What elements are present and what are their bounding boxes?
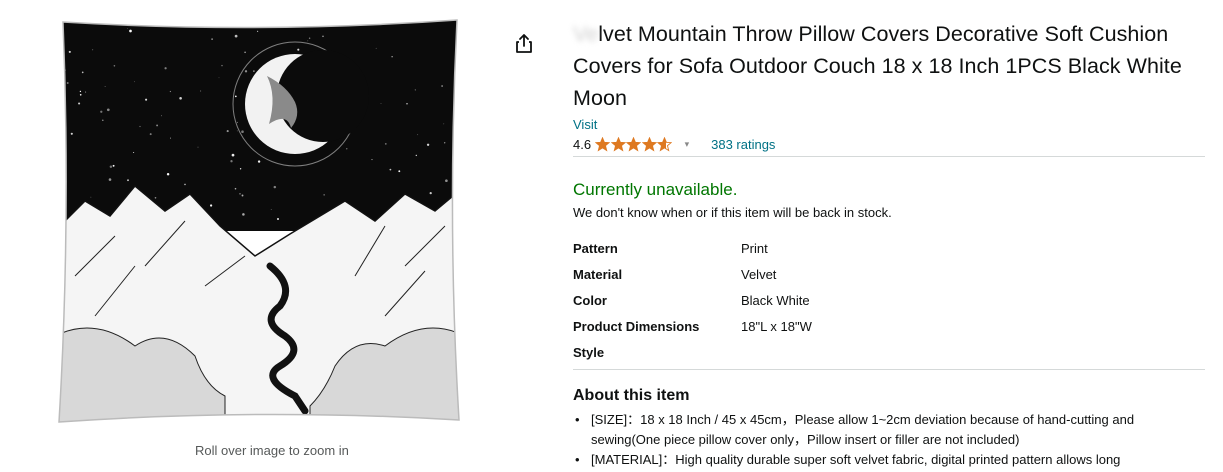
list-item: [SIZE]：18 x 18 Inch / 45 x 45cm，Please a… [573,410,1203,450]
divider [573,369,1205,370]
spec-key: Product Dimensions [573,318,700,334]
star-icon [657,136,673,151]
specs-table: Pattern Print Material Velvet Color Black W… [573,235,812,365]
title-text: lvet Mountain Throw Pillow Covers Decora… [573,22,1182,110]
visit-store-link[interactable]: Visit [573,117,1205,132]
image-panel: Roll over image to zoom in [0,0,520,472]
spec-key: Style [573,344,605,360]
spec-row: Material Velvet [573,261,812,287]
title-masked-prefix: Ve [573,22,599,46]
spec-key: Color [573,292,607,308]
star-rating[interactable] [595,136,673,152]
spec-value: Black White [741,292,810,308]
spec-key: Pattern [573,240,618,256]
chevron-down-icon[interactable]: ▾ [685,139,690,150]
product-image[interactable] [55,16,465,426]
divider [573,156,1205,157]
spec-key: Material [573,266,623,282]
availability-note: We don't know when or if this item will … [573,205,892,220]
share-button[interactable] [512,32,536,56]
spec-row: Style [573,339,812,365]
list-item: [MATERIAL]：High quality durable super so… [573,450,1203,470]
zoom-hint: Roll over image to zoom in [195,443,349,458]
availability-status: Currently unavailable. [573,180,738,199]
share-icon [516,34,532,53]
spec-value: Print [741,240,768,256]
star-icon [641,136,657,151]
spec-value [741,339,812,365]
product-title: Velvet Mountain Throw Pillow Covers Deco… [573,18,1205,114]
star-icon [595,136,611,151]
spec-row: Pattern Print [573,235,812,261]
spec-row: Color Black White [573,287,812,313]
rating-row: 4.6 ▾ 383 ratings [573,135,1205,153]
product-details: Velvet Mountain Throw Pillow Covers Deco… [573,18,1205,470]
rating-value: 4.6 [573,136,592,152]
ratings-count-link[interactable]: 383 ratings [711,137,775,152]
spec-value: 18"L x 18"W [741,318,812,334]
star-icon [626,136,642,151]
about-bullets: [SIZE]：18 x 18 Inch / 45 x 45cm，Please a… [573,410,1205,470]
spec-row: Product Dimensions 18"L x 18"W [573,313,812,339]
about-heading: About this item [573,387,690,404]
spec-value: Velvet [741,266,777,282]
star-icon [610,136,626,151]
